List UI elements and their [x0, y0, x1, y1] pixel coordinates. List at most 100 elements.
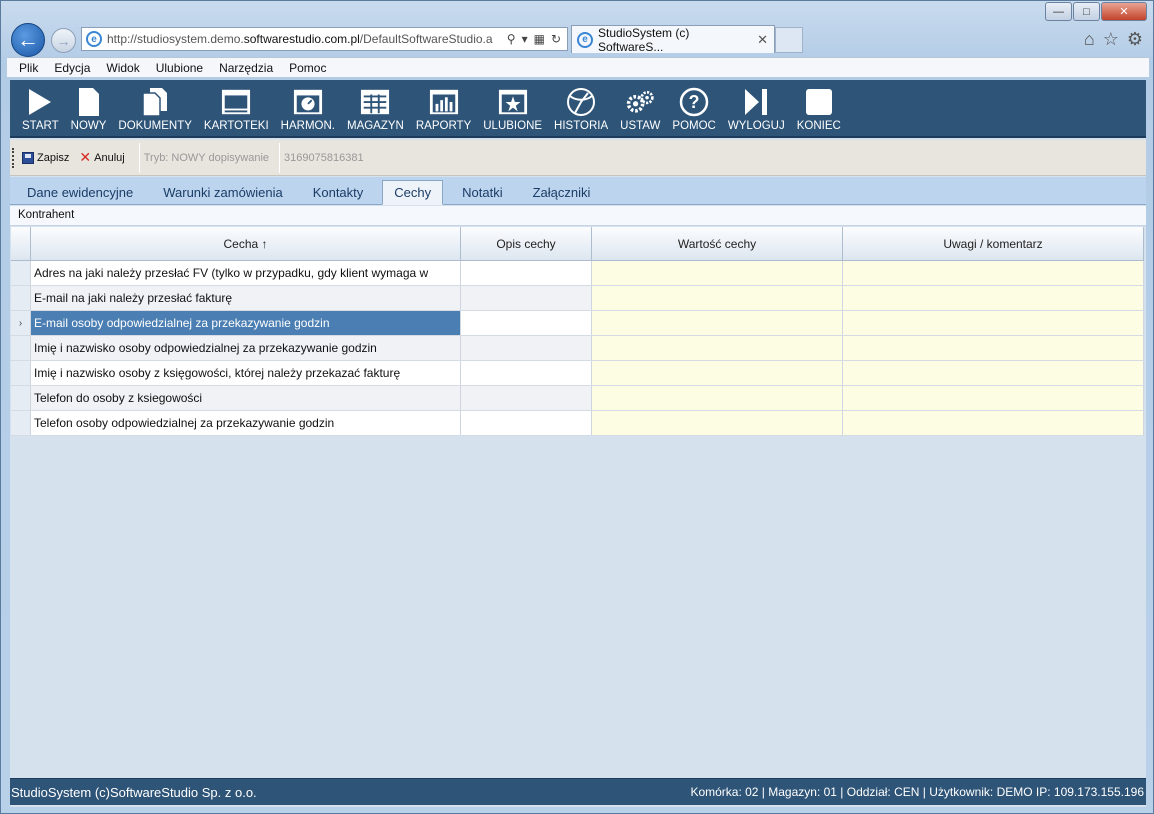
toolbar-exit[interactable]: KONIEC [791, 80, 847, 136]
cell-wartosc[interactable] [592, 261, 843, 285]
cell-uwagi[interactable] [843, 361, 1144, 385]
refresh-icon[interactable]: ↻ [551, 32, 561, 46]
cancel-button[interactable]: ✕ Anuluj [79, 149, 124, 166]
table-row[interactable]: Telefon do osoby z ksiegowości [11, 386, 1144, 411]
search-icon[interactable]: ⚲ [507, 32, 516, 46]
cell-wartosc[interactable] [592, 386, 843, 410]
cell-wartosc[interactable] [592, 361, 843, 385]
row-pointer-icon[interactable]: › [11, 311, 31, 335]
cell-wartosc[interactable] [592, 336, 843, 360]
cell-uwagi[interactable] [843, 336, 1144, 360]
cell-cecha[interactable]: Telefon osoby odpowiedzialnej za przekaz… [31, 411, 461, 435]
column-header-wartosc[interactable]: Wartość cechy [592, 227, 843, 260]
home-icon[interactable]: ⌂ [1084, 29, 1095, 50]
toolbar-help[interactable]: ? POMOC [666, 80, 721, 136]
ie-page-icon: e [86, 31, 102, 47]
row-selector[interactable] [11, 286, 31, 310]
address-bar[interactable]: e http://studiosystem.demo.softwarestudi… [81, 27, 568, 51]
cell-wartosc[interactable] [592, 411, 843, 435]
toolbar-history[interactable]: HISTORIA [548, 80, 614, 136]
menu-help[interactable]: Pomoc [289, 61, 326, 75]
ie-tab-icon: e [577, 31, 593, 48]
table-row[interactable]: E-mail na jaki należy przesłać fakturę [11, 286, 1144, 311]
new-tab-button[interactable] [775, 27, 803, 53]
cell-cecha[interactable]: Imię i nazwisko osoby z księgowości, któ… [31, 361, 461, 385]
status-bar: StudioSystem (c)SoftwareStudio Sp. z o.o… [10, 778, 1146, 805]
table-row[interactable]: Imię i nazwisko osoby odpowiedzialnej za… [11, 336, 1144, 361]
tab-kontakty[interactable]: Kontakty [302, 180, 375, 204]
cell-opis[interactable] [461, 261, 592, 285]
row-selector[interactable] [11, 386, 31, 410]
chevron-down-icon[interactable]: ▾ [522, 32, 528, 46]
cell-cecha[interactable]: E-mail na jaki należy przesłać fakturę [31, 286, 461, 310]
star-icon[interactable]: ☆ [1103, 29, 1119, 50]
toolbar-cards[interactable]: KARTOTEKI [198, 80, 275, 136]
save-label: Zapisz [37, 151, 70, 164]
maximize-button[interactable]: □ [1073, 2, 1100, 21]
cell-cecha[interactable]: Imię i nazwisko osoby odpowiedzialnej za… [31, 336, 461, 360]
minimize-button[interactable]: — [1045, 2, 1072, 21]
table-row[interactable]: Adres na jaki należy przesłać FV (tylko … [11, 261, 1144, 286]
status-session-info: Komórka: 02 | Magazyn: 01 | Oddział: CEN… [690, 785, 1144, 799]
gear-icon[interactable]: ⚙ [1127, 29, 1143, 50]
table-row[interactable]: Telefon osoby odpowiedzialnej za przekaz… [11, 411, 1144, 436]
cell-uwagi[interactable] [843, 261, 1144, 285]
table-row[interactable]: Imię i nazwisko osoby z księgowości, któ… [11, 361, 1144, 386]
cell-opis[interactable] [461, 411, 592, 435]
browser-tab[interactable]: e StudioSystem (c) SoftwareS... ✕ [571, 25, 775, 54]
menu-edit[interactable]: Edycja [54, 61, 90, 75]
close-window-button[interactable]: ✕ [1101, 2, 1147, 21]
cell-opis[interactable] [461, 361, 592, 385]
tab-notatki[interactable]: Notatki [451, 180, 513, 204]
toolbar-reports[interactable]: RAPORTY [410, 80, 477, 136]
table-row-selected[interactable]: › E-mail osoby odpowiedzialnej za przeka… [11, 311, 1144, 336]
help-icon: ? [679, 87, 709, 117]
cell-cecha[interactable]: E-mail osoby odpowiedzialnej za przekazy… [31, 311, 461, 335]
toolbar-schedule[interactable]: HARMON. [275, 80, 341, 136]
column-header-uwagi[interactable]: Uwagi / komentarz [843, 227, 1144, 260]
row-selector[interactable] [11, 336, 31, 360]
cell-cecha[interactable]: Telefon do osoby z ksiegowości [31, 386, 461, 410]
menu-favorites[interactable]: Ulubione [156, 61, 203, 75]
cell-opis[interactable] [461, 286, 592, 310]
cell-wartosc[interactable] [592, 311, 843, 335]
cell-opis[interactable] [461, 311, 592, 335]
menu-view[interactable]: Widok [106, 61, 139, 75]
row-selector[interactable] [11, 261, 31, 285]
toolbar-settings[interactable]: USTAW [614, 80, 666, 136]
separator [138, 142, 140, 173]
cell-cecha[interactable]: Adres na jaki należy przesłać FV (tylko … [31, 261, 461, 285]
cell-uwagi[interactable] [843, 311, 1144, 335]
toolbar-warehouse[interactable]: MAGAZYN [341, 80, 410, 136]
cell-opis[interactable] [461, 386, 592, 410]
save-button[interactable]: Zapisz [22, 151, 70, 164]
forward-arrow-icon[interactable]: → [51, 28, 76, 53]
toolbar-favorites[interactable]: ULUBIONE [477, 80, 548, 136]
column-header-opis[interactable]: Opis cechy [461, 227, 592, 260]
close-tab-icon[interactable]: ✕ [757, 32, 768, 48]
tab-dane-ewidencyjne[interactable]: Dane ewidencyjne [16, 180, 144, 204]
menu-file[interactable]: Plik [19, 61, 38, 75]
cell-opis[interactable] [461, 336, 592, 360]
cell-uwagi[interactable] [843, 411, 1144, 435]
toolbar-documents[interactable]: DOKUMENTY [112, 80, 197, 136]
compatibility-icon[interactable]: ▦ [534, 32, 545, 46]
tab-zalaczniki[interactable]: Załączniki [522, 180, 602, 204]
toolbar-logout[interactable]: WYLOGUJ [722, 80, 791, 136]
cell-uwagi[interactable] [843, 286, 1144, 310]
row-selector[interactable] [11, 361, 31, 385]
toolbar-start[interactable]: START [16, 80, 65, 136]
tab-cechy[interactable]: Cechy [382, 180, 444, 205]
column-header-cecha[interactable]: Cecha ↑ [31, 227, 461, 260]
form-tabs: Dane ewidencyjne Warunki zamówienia Kont… [10, 177, 1146, 205]
cell-uwagi[interactable] [843, 386, 1144, 410]
row-selector[interactable] [11, 411, 31, 435]
play-icon [25, 87, 55, 117]
tab-warunki-zamowienia[interactable]: Warunki zamówienia [152, 180, 293, 204]
back-arrow-icon[interactable]: ← [11, 23, 45, 57]
toolbar-grip[interactable] [12, 147, 16, 168]
toolbar-new[interactable]: NOWY [65, 80, 113, 136]
menu-tools[interactable]: Narzędzia [219, 61, 273, 75]
toolbar-label: ULUBIONE [483, 120, 543, 132]
cell-wartosc[interactable] [592, 286, 843, 310]
